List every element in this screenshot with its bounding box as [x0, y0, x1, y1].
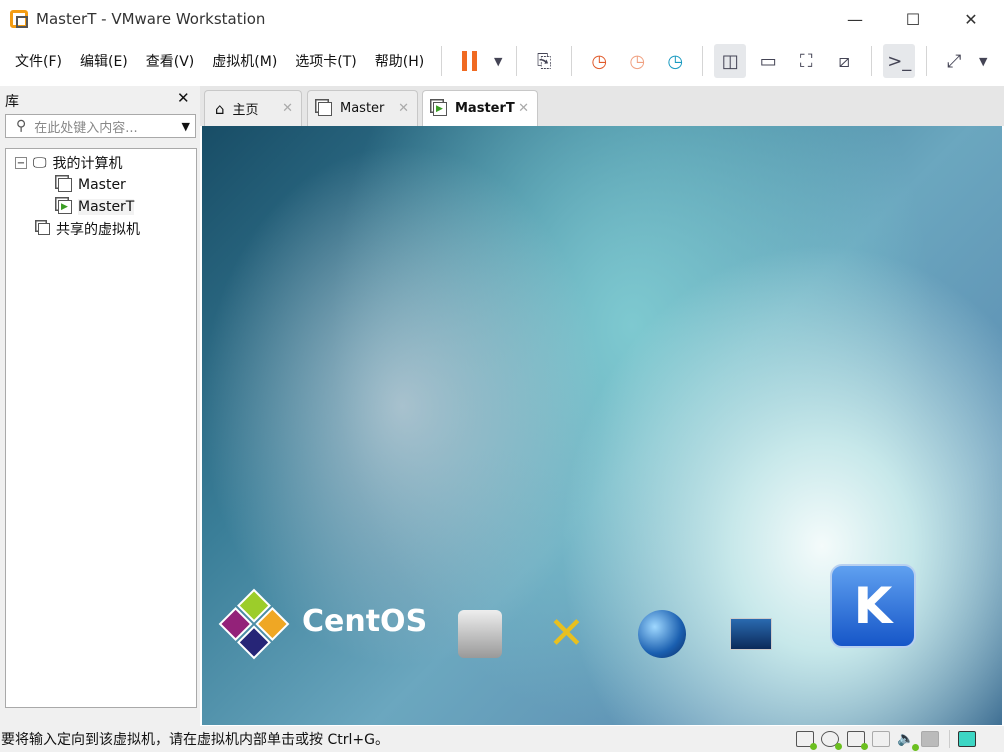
- divider: [441, 46, 443, 76]
- collapse-icon[interactable]: −: [15, 157, 27, 169]
- revert-snapshot-icon[interactable]: ◷: [621, 44, 653, 78]
- take-snapshot-icon[interactable]: ◷: [583, 44, 615, 78]
- search-placeholder: 在此处键入内容...: [34, 120, 138, 136]
- divider: [571, 46, 573, 76]
- tree-node-shared-vms[interactable]: 共享的虚拟机: [38, 219, 140, 239]
- send-ctrl-alt-del-icon[interactable]: ⎘: [528, 44, 560, 78]
- tab-master[interactable]: Master ✕: [307, 90, 418, 126]
- snapshot-manager-icon[interactable]: ◷: [659, 44, 691, 78]
- window-title: MasterT - VMware Workstation: [36, 10, 266, 28]
- menu-vm[interactable]: 虚拟机(M): [203, 51, 286, 71]
- vmware-logo-icon: [10, 10, 28, 28]
- shared-vm-icon: [38, 223, 50, 235]
- hard-disk-icon[interactable]: [458, 610, 502, 658]
- menu-edit[interactable]: 编辑(E): [71, 51, 137, 71]
- menu-bar: 文件(F) 编辑(E) 查看(V) 虚拟机(M) 选项卡(T) 帮助(H) ▼ …: [0, 40, 1004, 82]
- tools-icon[interactable]: ✕: [548, 610, 596, 658]
- menu-help[interactable]: 帮助(H): [366, 51, 433, 71]
- tree-node-my-computer[interactable]: − 🖵 我的计算机: [15, 153, 123, 173]
- show-library-icon[interactable]: ◫: [714, 44, 747, 78]
- vm-icon: [58, 178, 72, 192]
- computer-icon: 🖵: [33, 155, 47, 171]
- menu-file[interactable]: 文件(F): [6, 51, 71, 71]
- tab-label: 主页: [232, 103, 259, 118]
- tree-node-master[interactable]: Master: [58, 175, 126, 195]
- tab-label: Master: [340, 101, 385, 116]
- maximize-button[interactable]: ☐: [884, 0, 942, 38]
- pause-button[interactable]: [453, 44, 485, 78]
- unity-icon[interactable]: ⧄: [828, 44, 860, 78]
- pause-icon: [461, 51, 477, 71]
- tree-label: Master: [78, 177, 126, 193]
- menu-tabs[interactable]: 选项卡(T): [286, 51, 365, 71]
- divider: [871, 46, 873, 76]
- full-screen-icon[interactable]: ⛶: [790, 44, 822, 78]
- hard-disk-status-icon[interactable]: [796, 731, 817, 750]
- tab-home[interactable]: ⌂ 主页 ✕: [204, 90, 302, 126]
- tab-close-icon[interactable]: ✕: [518, 101, 529, 116]
- status-message: 要将输入定向到该虚拟机，请在虚拟机内部单击或按 Ctrl+G。: [1, 732, 389, 748]
- stretch-guest-icon[interactable]: ⤢: [938, 44, 970, 78]
- tree-label: 共享的虚拟机: [56, 222, 140, 238]
- library-tree: − 🖵 我的计算机 Master ▶ MasterT 共享的虚拟机: [5, 148, 197, 708]
- divider: [926, 46, 928, 76]
- sound-status-icon[interactable]: 🔈: [897, 731, 919, 751]
- console-view-icon[interactable]: >_: [883, 44, 916, 78]
- kde-logo-icon[interactable]: K: [830, 564, 916, 648]
- title-bar: MasterT - VMware Workstation — ☐ ✕: [0, 0, 1004, 38]
- library-close-icon[interactable]: ✕: [177, 89, 190, 107]
- tab-label: MasterT: [455, 101, 515, 116]
- menu-view[interactable]: 查看(V): [137, 51, 204, 71]
- tab-close-icon[interactable]: ✕: [282, 101, 293, 116]
- cd-dvd-status-icon[interactable]: [821, 731, 842, 750]
- centos-wordmark: CentOS: [302, 604, 428, 639]
- library-title: 库: [5, 94, 19, 110]
- divider: [516, 46, 518, 76]
- close-button[interactable]: ✕: [942, 0, 1000, 38]
- home-icon: ⌂: [215, 99, 225, 118]
- library-search-input[interactable]: ⚲ 在此处键入内容... ▼: [5, 114, 196, 138]
- usb-status-icon[interactable]: [921, 731, 939, 747]
- divider: [949, 730, 950, 748]
- printer-status-icon[interactable]: [872, 731, 890, 747]
- vm-running-icon: ▶: [433, 101, 447, 116]
- divider: [702, 46, 704, 76]
- globe-icon[interactable]: [638, 610, 686, 658]
- thumbnail-bar-icon[interactable]: ▭: [752, 44, 784, 78]
- vm-running-icon: ▶: [58, 200, 72, 214]
- centos-logo-icon: [218, 588, 290, 660]
- stretch-dropdown-arrow-icon[interactable]: ▼: [976, 44, 990, 78]
- power-dropdown-arrow-icon[interactable]: ▼: [491, 44, 505, 78]
- library-panel: 库 ✕ ⚲ 在此处键入内容... ▼ − 🖵 我的计算机 Master ▶ Ma…: [0, 86, 200, 726]
- vm-icon: [318, 101, 332, 116]
- search-dropdown-icon[interactable]: ▼: [182, 120, 190, 133]
- tree-label: MasterT: [78, 199, 135, 215]
- vm-console-screen[interactable]: CentOS ✕ K: [202, 126, 1002, 725]
- message-log-icon[interactable]: [958, 731, 976, 747]
- search-icon: ⚲: [16, 118, 27, 134]
- desktop-icon[interactable]: [730, 618, 772, 650]
- tree-label: 我的计算机: [52, 156, 123, 172]
- tab-mastert[interactable]: ▶ MasterT ✕: [422, 90, 538, 126]
- tab-bar: ⌂ 主页 ✕ Master ✕ ▶ MasterT ✕: [200, 86, 1004, 126]
- tab-close-icon[interactable]: ✕: [398, 101, 409, 116]
- tree-node-mastert[interactable]: ▶ MasterT: [58, 197, 135, 217]
- minimize-button[interactable]: —: [826, 0, 884, 38]
- network-status-icon[interactable]: [847, 731, 868, 750]
